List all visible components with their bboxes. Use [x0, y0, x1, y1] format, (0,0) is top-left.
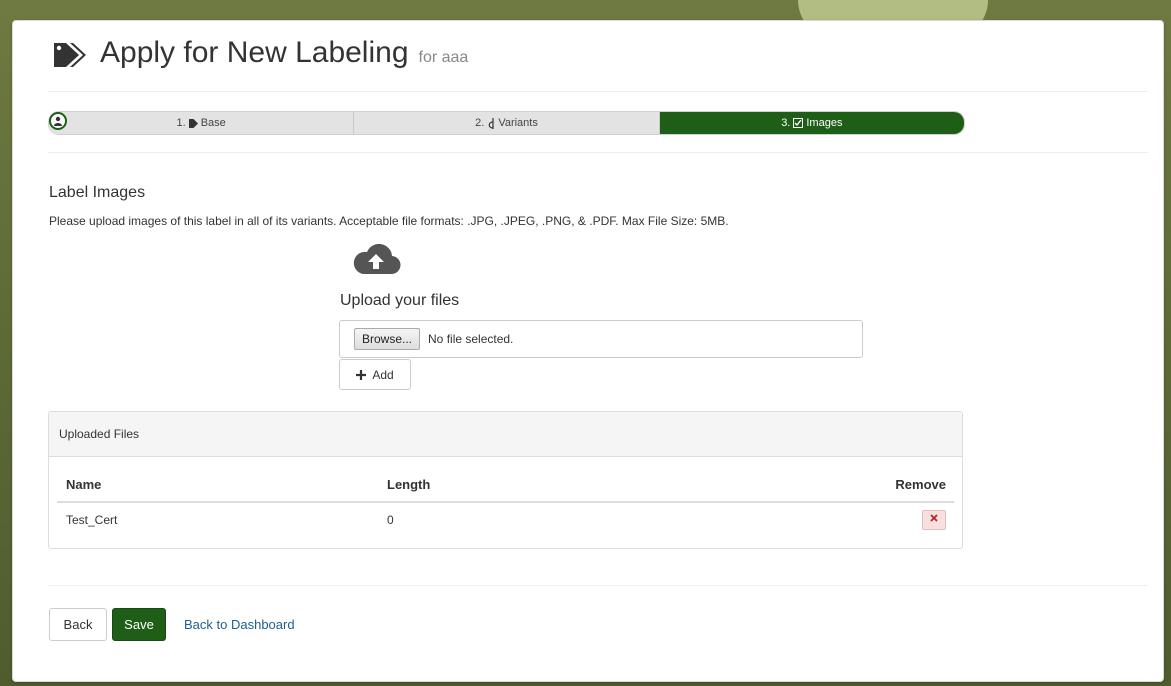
table-row: Test_Cert 0 [57, 503, 954, 537]
user-icon [49, 112, 67, 130]
variants-icon [488, 117, 494, 129]
wizard-step-base[interactable]: 1. Base [49, 112, 355, 134]
wizard-progress: 1. Base 2. Variants 3. Images [48, 111, 965, 135]
back-button[interactable]: Back [49, 608, 107, 641]
divider [48, 91, 1148, 92]
back-to-dashboard-link[interactable]: Back to Dashboard [184, 617, 295, 632]
file-name-cell: Test_Cert [66, 513, 118, 527]
column-header-remove: Remove [895, 476, 946, 492]
column-header-length: Length [387, 476, 431, 492]
browse-button[interactable]: Browse... [354, 328, 421, 350]
column-header-name: Name [66, 476, 102, 492]
file-input[interactable]: Browse... No file selected. [339, 320, 863, 358]
table-header-row: Name Length Remove [57, 467, 954, 503]
tag-icon [188, 118, 198, 128]
wizard-step-label: Variants [498, 117, 538, 129]
divider [48, 152, 1148, 153]
help-text: Please upload images of this label in al… [49, 214, 729, 228]
wizard-step-label: Images [806, 117, 843, 129]
add-button[interactable]: Add [339, 359, 411, 390]
footer-divider [48, 585, 1148, 586]
check-square-icon [793, 118, 804, 128]
add-button-label: Add [372, 367, 394, 382]
files-table: Name Length Remove Test_Cert 0 [57, 467, 954, 537]
wizard-step-label: Base [200, 117, 226, 129]
uploaded-files-heading: Uploaded Files [49, 412, 962, 457]
save-button[interactable]: Save [112, 608, 166, 641]
cloud-upload-icon [353, 243, 401, 275]
no-file-text: No file selected. [428, 332, 514, 346]
uploaded-files-panel: Uploaded Files Name Length Remove Test_C… [48, 411, 963, 549]
upload-title: Upload your files [340, 292, 460, 309]
page-subtitle: for aaa [418, 49, 469, 66]
tags-icon [54, 43, 86, 67]
close-icon [930, 514, 938, 522]
page-title: Apply for New Labeling for aaa [52, 36, 468, 70]
page-title-text: Apply for New Labeling [100, 36, 409, 69]
plus-icon [356, 369, 367, 380]
wizard-step-images[interactable]: 3. Images [659, 112, 964, 134]
file-length-cell: 0 [387, 513, 394, 527]
wizard-step-variants[interactable]: 2. Variants [354, 112, 660, 134]
remove-file-button[interactable] [922, 510, 946, 530]
section-title: Label Images [49, 184, 146, 201]
